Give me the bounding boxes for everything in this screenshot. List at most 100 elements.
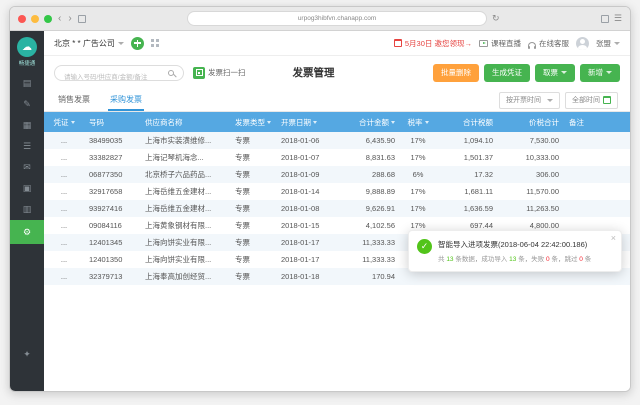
cell[interactable]: ... <box>44 234 84 251</box>
app-logo[interactable]: ☁ <box>17 37 37 57</box>
extensions-icon[interactable] <box>601 15 609 23</box>
sidebar-item-list[interactable]: ☰ <box>10 136 44 157</box>
user-avatar[interactable] <box>576 37 589 50</box>
tab-overview-icon[interactable] <box>78 15 86 23</box>
table-row[interactable]: ...93927416上海岳维五金建材...专票2018-01-089,626.… <box>44 200 630 217</box>
toolbar: 发票扫一扫 发票管理 批量删除 生成凭证 取票 新增 <box>44 56 630 89</box>
column-header-7[interactable]: 税率 <box>400 112 436 132</box>
apps-grid-icon[interactable] <box>151 39 160 48</box>
cell: 12401345 <box>84 234 140 251</box>
cell: 专票 <box>230 200 276 217</box>
table-row[interactable]: ...38499035上海市实装潢维修...专票2018-01-066,435.… <box>44 132 630 149</box>
chevron-down-icon <box>561 71 567 74</box>
cell: 11,263.50 <box>498 200 564 217</box>
chevron-down-icon <box>614 42 620 45</box>
column-header-label: 号码 <box>89 117 104 128</box>
sidebar-item-inventory[interactable]: ▣ <box>10 178 44 199</box>
live-course-link[interactable]: 课程直播 <box>479 38 521 49</box>
url-area: urpog3hibfvn.chanapp.com ↻ <box>91 11 596 26</box>
promo-link[interactable]: 5月30日 邀您领现→ <box>394 38 472 49</box>
cell[interactable]: ... <box>44 132 84 149</box>
minimize-window-button[interactable] <box>31 15 39 23</box>
cell[interactable]: ... <box>44 200 84 217</box>
cell: 288.68 <box>336 166 400 183</box>
sidebar-item-settings[interactable]: ⚙ <box>10 220 44 244</box>
column-header-2[interactable]: 号码 <box>84 112 140 132</box>
cell[interactable]: ... <box>44 217 84 234</box>
sidebar: ☁ 畅捷通 ▤✎▦☰✉▣▥⚙ ✦ <box>10 31 44 391</box>
cell[interactable]: ... <box>44 251 84 268</box>
cell: 6% <box>400 166 436 183</box>
search-input[interactable] <box>55 70 183 84</box>
column-header-9[interactable]: 价税合计 <box>498 112 564 132</box>
cell: 38499035 <box>84 132 140 149</box>
sidebar-items: ▤✎▦☰✉▣▥⚙ <box>10 73 44 244</box>
cell: 2018-01-07 <box>276 149 336 166</box>
online-support-link[interactable]: 在线客服 <box>528 38 569 49</box>
sort-caret-icon <box>391 121 395 124</box>
sidebar-item-ledger[interactable]: ▦ <box>10 115 44 136</box>
browser-menu-icon[interactable]: ☰ <box>614 13 622 24</box>
invoice-scan-button[interactable]: 发票扫一扫 <box>193 67 246 79</box>
column-header-8[interactable]: 合计税额 <box>436 112 498 132</box>
column-header-label: 供应商名称 <box>145 117 183 128</box>
page-title: 发票管理 <box>293 65 335 80</box>
table-row[interactable]: ...33382827上海记琴机海念...专票2018-01-078,831.6… <box>44 149 630 166</box>
back-icon[interactable]: ‹ <box>57 14 62 24</box>
sidebar-item-bills[interactable]: ▤ <box>10 73 44 94</box>
cell: 10,333.00 <box>498 149 564 166</box>
batch-delete-button[interactable]: 批量删除 <box>433 64 479 82</box>
cell: 上海岳维五金建材... <box>140 183 230 200</box>
cell: 12401350 <box>84 251 140 268</box>
close-window-button[interactable] <box>18 15 26 23</box>
column-header-label: 合计税额 <box>463 117 493 128</box>
search-icon[interactable] <box>168 70 174 76</box>
table-row[interactable]: ...06877350北京桥子六品药品...专票2018-01-09288.68… <box>44 166 630 183</box>
toolbar-buttons: 批量删除 生成凭证 取票 新增 <box>433 64 620 82</box>
tab-sales-invoices[interactable]: 销售发票 <box>56 89 92 111</box>
sidebar-item-reports[interactable]: ▥ <box>10 199 44 220</box>
cell: 4,102.56 <box>336 217 400 234</box>
forward-icon[interactable]: › <box>67 14 72 24</box>
cell: 11,570.00 <box>498 183 564 200</box>
company-selector[interactable]: 北京 * * 广告公司 <box>54 38 124 49</box>
cell <box>564 132 630 149</box>
column-header-1[interactable]: 凭证 <box>44 112 84 132</box>
column-header-label: 合计金额 <box>359 117 389 128</box>
browser-window: ‹ › urpog3hibfvn.chanapp.com ↻ ☰ ☁ 畅捷通 ▤… <box>9 6 631 392</box>
toast-content: 智能导入进项发票(2018-06-04 22:42:00.186) 共 13 条… <box>438 239 591 263</box>
cell[interactable]: ... <box>44 268 84 285</box>
sidebar-item-promo[interactable]: ✦ <box>10 344 44 365</box>
date-range-button[interactable]: 全部时间 <box>565 92 618 109</box>
column-header-6[interactable]: 合计金额 <box>336 112 400 132</box>
add-company-button[interactable] <box>131 37 144 50</box>
fetch-invoice-button[interactable]: 取票 <box>535 64 575 82</box>
url-bar[interactable]: urpog3hibfvn.chanapp.com <box>187 11 487 26</box>
cell[interactable]: ... <box>44 166 84 183</box>
headset-icon <box>528 42 536 47</box>
chevron-down-icon <box>547 99 553 102</box>
maximize-window-button[interactable] <box>44 15 52 23</box>
sidebar-item-edit[interactable]: ✎ <box>10 94 44 115</box>
add-invoice-label: 新增 <box>588 67 603 78</box>
sort-by-date-button[interactable]: 按开票时间 <box>499 92 560 109</box>
cell: 上海向饼实业有限... <box>140 234 230 251</box>
column-header-10[interactable]: 备注 <box>564 112 630 132</box>
user-menu[interactable]: 张盟 <box>596 38 620 49</box>
column-header-4[interactable]: 发票类型 <box>230 112 276 132</box>
column-header-3[interactable]: 供应商名称 <box>140 112 230 132</box>
generate-voucher-button[interactable]: 生成凭证 <box>484 64 530 82</box>
sidebar-item-mail[interactable]: ✉ <box>10 157 44 178</box>
column-header-5[interactable]: 开票日期 <box>276 112 336 132</box>
column-header-label: 凭证 <box>54 117 69 128</box>
refresh-icon[interactable]: ↻ <box>492 13 500 24</box>
promo-text: 5月30日 邀您领现→ <box>405 38 472 49</box>
cell[interactable]: ... <box>44 183 84 200</box>
cell[interactable]: ... <box>44 149 84 166</box>
cell: 2018-01-09 <box>276 166 336 183</box>
close-icon[interactable]: × <box>611 233 616 243</box>
table-row[interactable]: ...32917658上海岳维五金建材...专票2018-01-149,888.… <box>44 183 630 200</box>
tab-purchase-invoices[interactable]: 采购发票 <box>108 89 144 111</box>
add-invoice-button[interactable]: 新增 <box>580 64 620 82</box>
cell: 北京桥子六品药品... <box>140 166 230 183</box>
